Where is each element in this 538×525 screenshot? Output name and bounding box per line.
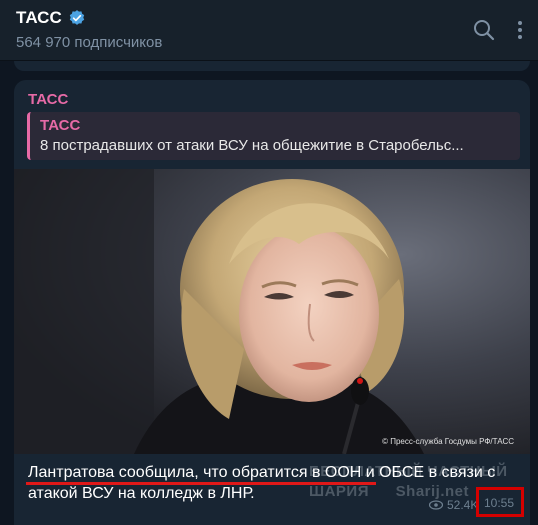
message-bubble[interactable]: ТАСС ТАСС 8 пострадавших от атаки ВСУ на… (14, 80, 530, 525)
caption-line-1: Лантратова сообщила, что обратится в ООН… (28, 464, 496, 481)
message-photo[interactable]: © Пресс-служба Госдумы РФ/ТАСС (14, 169, 530, 454)
more-icon[interactable] (508, 18, 532, 42)
reply-preview[interactable]: ТАСС 8 пострадавших от атаки ВСУ на обще… (27, 112, 520, 160)
portrait-image (14, 169, 530, 454)
channel-title[interactable]: ТАСС (16, 8, 86, 28)
chat-header: ТАСС 564 970 подписчиков (0, 0, 538, 61)
channel-name: ТАСС (16, 8, 62, 27)
reply-title: ТАСС (40, 117, 81, 134)
message-sender[interactable]: ТАСС (28, 91, 68, 108)
subscriber-count: 564 970 подписчиков (16, 34, 163, 51)
reply-text: 8 пострадавших от атаки ВСУ на общежитие… (40, 137, 464, 154)
photo-credit: © Пресс-служба Госдумы РФ/ТАСС (382, 437, 514, 446)
message-time: 10:55 (484, 496, 515, 510)
view-count: 52.4K (447, 498, 479, 512)
views-icon (429, 500, 443, 510)
previous-message (14, 61, 530, 71)
search-icon[interactable] (472, 18, 496, 42)
verified-icon (69, 10, 84, 25)
message-meta: 52.4K (429, 498, 478, 512)
red-underline-annotation (26, 482, 376, 485)
